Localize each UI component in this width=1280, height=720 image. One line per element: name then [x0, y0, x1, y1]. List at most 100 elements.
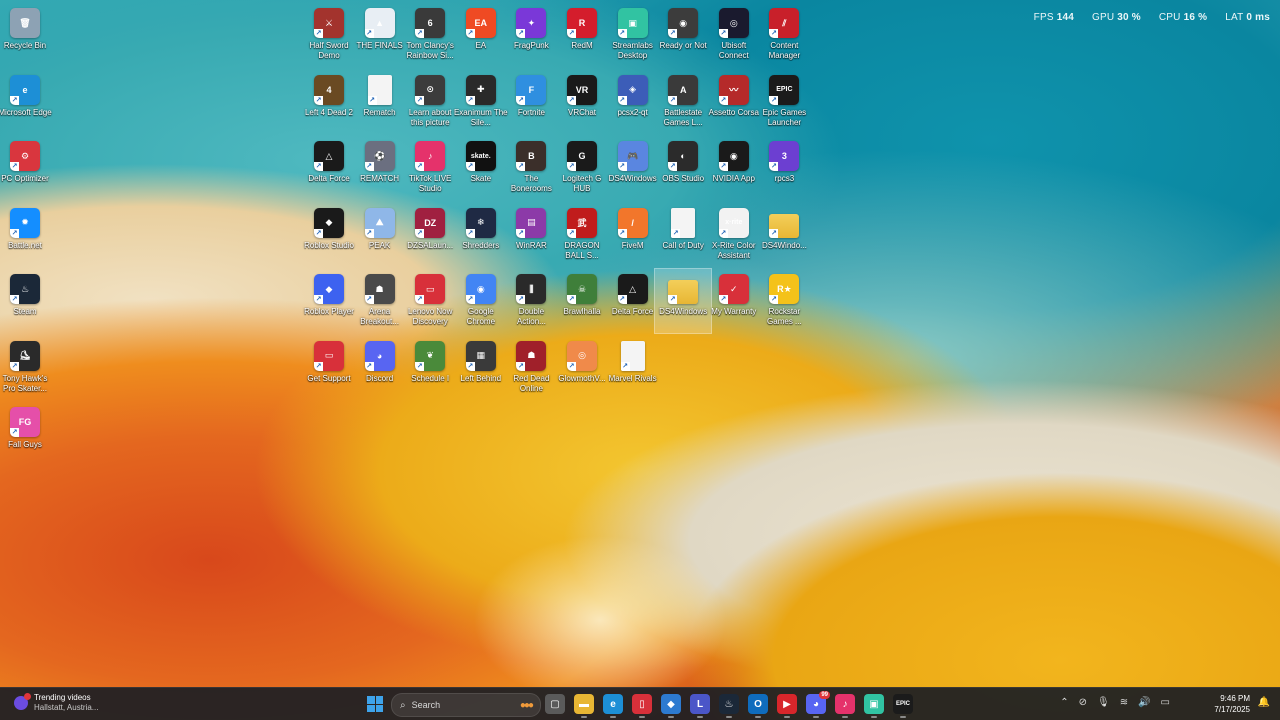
desktop-shortcut[interactable]: / ↗ FiveM [605, 203, 661, 267]
taskbar-streamlabs-button[interactable]: ▣ [864, 694, 884, 718]
desktop-shortcut[interactable]: ⛰ ↗ PEAK [352, 203, 408, 267]
desktop-shortcut[interactable]: ⚔ ↗ Half Sword Demo [301, 3, 357, 67]
desktop-shortcut[interactable]: ◈ ↗ pcsx2-qt [605, 70, 661, 134]
desktop-shortcut[interactable]: EPIC ↗ Epic Games Launcher [756, 70, 812, 134]
desktop-shortcut[interactable]: ▣ ↗ Streamlabs Desktop [605, 3, 661, 67]
microphone-icon[interactable]: 🎙 [1097, 697, 1110, 708]
desktop-shortcut[interactable]: A ↗ Battlestate Games L... [655, 70, 711, 134]
desktop-shortcut[interactable]: FG ↗ Fall Guys [0, 402, 53, 466]
desktop-shortcut-label: Ubisoft Connect [718, 41, 749, 60]
taskbar-epic-games-button[interactable]: EPIC [893, 694, 913, 718]
wifi-icon[interactable]: ≋ [1120, 697, 1128, 708]
clock-time: 9:46 PM [1220, 694, 1250, 703]
taskbar-lenovo-vantage-button[interactable]: ▯ [632, 694, 652, 718]
network-off-icon[interactable]: ⊘ [1079, 697, 1087, 708]
desktop-shortcut[interactable]: 🗑 Recycle Bin [0, 3, 53, 67]
bonerooms-icon: B ↗ [516, 141, 547, 171]
desktop-shortcut[interactable]: ⚙ ↗ PC Optimizer [0, 136, 53, 200]
shortcut-arrow-icon: ↗ [314, 295, 323, 304]
desktop-shortcut[interactable]: VR ↗ VRChat [554, 70, 610, 134]
clock[interactable]: 9:46 PM 7/17/2025 [1214, 693, 1250, 715]
taskbar-discord-button[interactable]: ◕ 99 [806, 691, 830, 718]
taskbar-file-explorer-button[interactable]: ▬ [574, 694, 594, 718]
desktop-shortcut[interactable]: ◆ ↗ Roblox Studio [301, 203, 357, 267]
desktop-shortcut[interactable]: 武 ↗ DRAGON BALL S... [554, 203, 610, 267]
taskbar-lenovo-legion-button[interactable]: L [690, 694, 710, 718]
taskbar-vscode-button[interactable]: ◆ [661, 694, 681, 718]
taskbar-task-view-button[interactable]: ▢ [545, 694, 565, 714]
desktop-shortcut[interactable]: ✹ ↗ Battle.net [0, 203, 53, 267]
desktop-shortcut[interactable]: F ↗ Fortnite [503, 70, 559, 134]
desktop-shortcut[interactable]: ✚ ↗ Exanimum The Sile... [453, 70, 509, 134]
taskbar-edge-button[interactable]: e [603, 694, 623, 718]
shortcut-arrow-icon: ↗ [465, 361, 475, 371]
widgets-button[interactable]: Trending videos Hallstatt, Austria... [14, 693, 98, 713]
desktop-shortcut[interactable]: ⛸ ↗ Tony Hawk's Pro Skater... [0, 336, 53, 400]
desktop-shortcut[interactable]: x·rite ↗ X-Rite Color Assistant [706, 203, 762, 267]
desktop-shortcut[interactable]: ⚽ ↗ REMATCH [352, 136, 408, 200]
desktop-shortcut[interactable]: ◉ ↗ Google Chrome [453, 269, 509, 333]
desktop-shortcut[interactable]: ↗ Marvel Rivals [605, 336, 661, 400]
desktop-shortcut[interactable]: ☗ ↗ Arena Breakout... [352, 269, 408, 333]
desktop-shortcut[interactable]: ☠ ↗ Brawlhalla [554, 269, 610, 333]
desktop-shortcut-label: My Warranty [711, 307, 757, 316]
desktop-shortcut[interactable]: 6 ↗ Tom Clancy's Rainbow Si... [402, 3, 458, 67]
desktop-shortcut[interactable]: B ↗ The Bonerooms [503, 136, 559, 200]
desktop-shortcut[interactable]: ◆ ↗ Roblox Player [301, 269, 357, 333]
desktop-shortcut[interactable]: G ↗ Logitech G HUB [554, 136, 610, 200]
desktop-shortcut-label: X-Rite Color Assistant [712, 240, 756, 260]
taskbar-outlook-button[interactable]: O [748, 694, 768, 718]
desktop-shortcut[interactable]: 〰 ↗ Assetto Corsa [706, 70, 762, 134]
desktop-shortcut[interactable]: DZ ↗ DZSALaun... [402, 203, 458, 267]
shortcut-arrow-icon: ↗ [567, 29, 576, 38]
desktop-shortcut[interactable]: ▲ ↗ THE FINALS [352, 3, 408, 67]
desktop-shortcut[interactable]: ⫽ ↗ Content Manager [756, 3, 812, 67]
desktop-shortcut-label: DS4Windows [659, 307, 708, 316]
taskbar-youtube-button[interactable]: ▶ [777, 694, 797, 718]
desktop-shortcut[interactable]: e ↗ Microsoft Edge [0, 70, 53, 134]
desktop-shortcut[interactable]: ↗ DS4Windo... [756, 203, 812, 267]
desktop-shortcut[interactable]: ❄ ↗ Shredders [453, 203, 509, 267]
desktop-shortcut[interactable]: ⫼ ↗ Double Action... [503, 269, 559, 333]
desktop-shortcut[interactable]: R ↗ RedM [554, 3, 610, 67]
desktop-shortcut[interactable]: ♪ ↗ TikTok LIVE Studio [402, 136, 458, 200]
shortcut-arrow-icon: ↗ [516, 162, 526, 171]
desktop-shortcut[interactable]: ↗ Call of Duty [655, 203, 711, 267]
desktop-shortcut[interactable]: ✦ ↗ FragPunk [503, 3, 559, 67]
desktop-shortcut[interactable]: 3 ↗ rpcs3 [756, 136, 812, 200]
taskbar-steam-button[interactable]: ♨ [719, 694, 739, 718]
desktop-shortcut[interactable]: 4 ↗ Left 4 Dead 2 [301, 70, 357, 134]
desktop-shortcut[interactable]: ▤ ↗ WinRAR [503, 203, 559, 267]
volume-icon[interactable]: 🔊 [1138, 697, 1150, 708]
desktop-shortcut[interactable]: ▭ ↗ Lenovo Now Discovery [402, 269, 458, 333]
desktop-shortcut[interactable]: △ ↗ Delta Force [605, 269, 661, 333]
desktop-shortcut[interactable]: ◐ ↗ OBS Studio [655, 136, 711, 200]
search-box[interactable]: ⌕ Search ●●● [391, 693, 541, 717]
fall-guys-icon: FG ↗ [10, 407, 40, 437]
nvidia-icon: ◉ ↗ [718, 141, 749, 171]
desktop-shortcut[interactable]: ♨ ↗ Steam [0, 269, 53, 333]
desktop-shortcut[interactable]: ✓ ↗ My Warranty [706, 269, 762, 333]
taskbar-tiktok-button[interactable]: ♪ [835, 694, 855, 718]
desktop-shortcut[interactable]: ◎ ↗ GlowmothV... [554, 336, 610, 400]
start-button[interactable] [367, 696, 383, 712]
desktop-shortcut[interactable]: skate. ↗ Skate [453, 136, 509, 200]
desktop-shortcut[interactable]: EA ↗ EA [453, 3, 509, 67]
desktop-shortcut[interactable]: ⊙ ↗ Learn about this picture [402, 70, 458, 134]
desktop-shortcut[interactable]: ☗ ↗ Red Dead Online [503, 336, 559, 400]
desktop-shortcut[interactable]: ▦ ↗ Left Behind [453, 336, 509, 400]
desktop-shortcut[interactable]: ↗ DS4Windows [654, 268, 713, 334]
desktop-shortcut[interactable]: R★ ↗ Rockstar Games ... [756, 269, 812, 333]
desktop-shortcut[interactable]: ◉ ↗ Ready or Not [655, 3, 711, 67]
desktop-shortcut[interactable]: ◎ ↗ Ubisoft Connect [706, 3, 762, 67]
desktop-shortcut[interactable]: ❦ ↗ Schedule I [402, 336, 458, 400]
desktop-shortcut[interactable]: ◕ ↗ Discord [352, 336, 408, 400]
desktop-shortcut[interactable]: 🎮 ↗ DS4Windows [605, 136, 661, 200]
desktop-shortcut[interactable]: ▭ ↗ Get Support [301, 336, 357, 400]
battery-icon[interactable]: ▭ [1161, 697, 1170, 708]
desktop-shortcut[interactable]: △ ↗ Delta Force [301, 136, 357, 200]
desktop-shortcut[interactable]: ◉ ↗ NVIDIA App [706, 136, 762, 200]
desktop-shortcut[interactable]: ↗ Rematch [352, 70, 408, 134]
notifications-icon[interactable]: 🔔 [1258, 697, 1270, 708]
show-hidden-icons-icon[interactable]: ⌃ [1060, 697, 1068, 708]
